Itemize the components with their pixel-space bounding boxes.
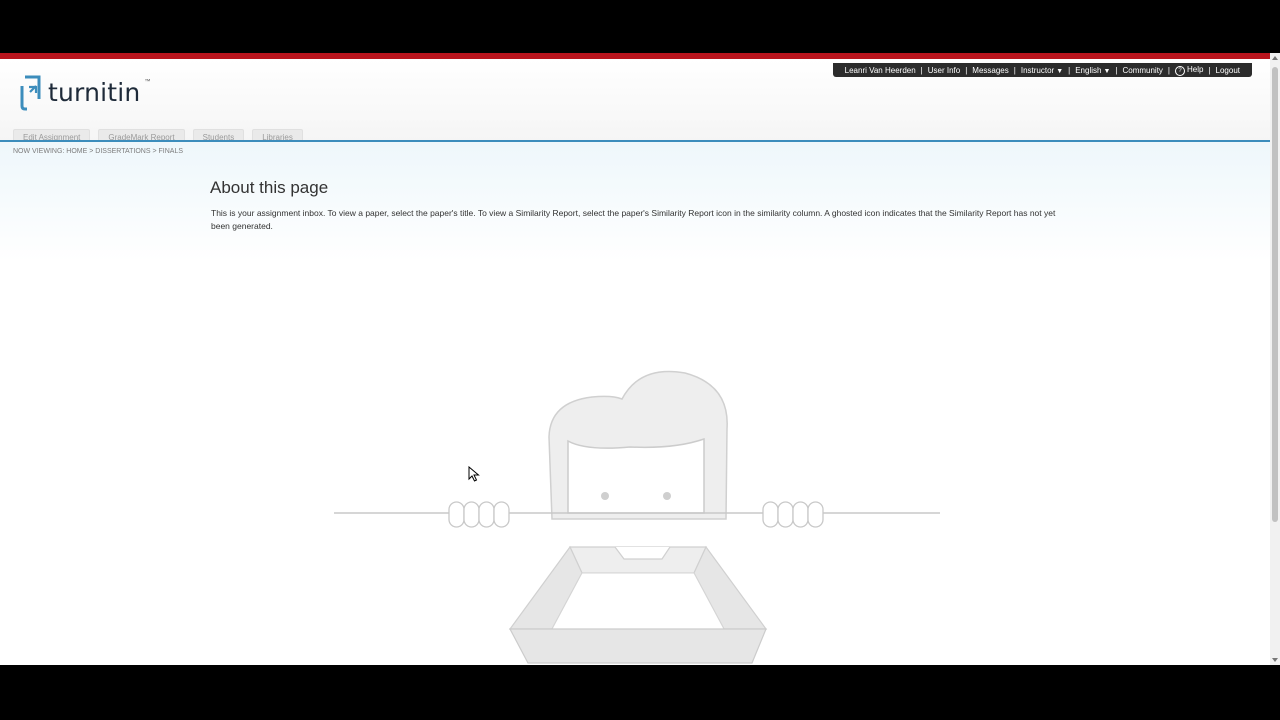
community-link[interactable]: Community [1122, 66, 1162, 75]
turnitin-logo-icon [20, 75, 41, 111]
breadcrumb-prefix: NOW VIEWING: [13, 148, 65, 155]
page-description: This is your assignment inbox. To view a… [211, 208, 1056, 231]
mouse-cursor-icon [468, 466, 480, 482]
logo-wordmark: turnitin [48, 77, 141, 107]
page-title: About this page [210, 178, 329, 197]
breadcrumb-separator: > [89, 148, 94, 155]
breadcrumb-dissertations[interactable]: DISSERTATIONS [95, 148, 150, 155]
breadcrumb-current: FINALS [158, 148, 184, 155]
nav-separator: | [1068, 65, 1071, 75]
nav-separator: | [965, 65, 968, 75]
top-nav: Leanri Van Heerden | User Info | Message… [832, 63, 1252, 77]
scrollbar-thumb[interactable] [1272, 67, 1278, 522]
user-info-link[interactable]: User Info [928, 66, 960, 75]
breadcrumb: NOW VIEWING: HOME > DISSERTATIONS > FINA… [13, 148, 183, 155]
empty-inbox-illustration [334, 370, 940, 664]
role-dropdown[interactable]: Instructor ▼ [1021, 66, 1063, 75]
scroll-down-arrow-icon[interactable] [1272, 658, 1278, 662]
help-circle-icon: ? [1175, 65, 1185, 76]
nav-separator: | [920, 65, 923, 75]
header: turnitin ™ Leanri Van Heerden | User Inf… [0, 59, 1270, 147]
breadcrumb-home[interactable]: HOME [66, 148, 87, 155]
language-label: English [1075, 65, 1102, 75]
logout-link[interactable]: Logout [1216, 66, 1240, 75]
breadcrumb-separator: > [152, 148, 157, 155]
messages-link[interactable]: Messages [972, 66, 1008, 75]
scroll-up-arrow-icon[interactable] [1272, 56, 1278, 60]
trademark-mark: ™ [144, 79, 151, 85]
main-content: NOW VIEWING: HOME > DISSERTATIONS > FINA… [0, 142, 1270, 665]
language-dropdown[interactable]: English ▼ [1075, 66, 1110, 75]
nav-separator: | [1013, 65, 1016, 75]
nav-separator: | [1208, 65, 1211, 75]
help-link[interactable]: ? Help [1175, 65, 1203, 76]
user-name-link[interactable]: Leanri Van Heerden [845, 66, 916, 75]
nav-separator: | [1167, 65, 1170, 75]
role-label: Instructor [1020, 65, 1055, 75]
vertical-scrollbar[interactable] [1270, 53, 1280, 665]
turnitin-logo[interactable]: turnitin ™ [18, 73, 150, 111]
nav-separator: | [1115, 65, 1118, 75]
caret-down-icon: ▼ [1056, 67, 1064, 75]
help-label: Help [1187, 64, 1204, 74]
caret-down-icon: ▼ [1103, 67, 1111, 75]
browser-viewport: turnitin ™ Leanri Van Heerden | User Inf… [0, 53, 1280, 665]
